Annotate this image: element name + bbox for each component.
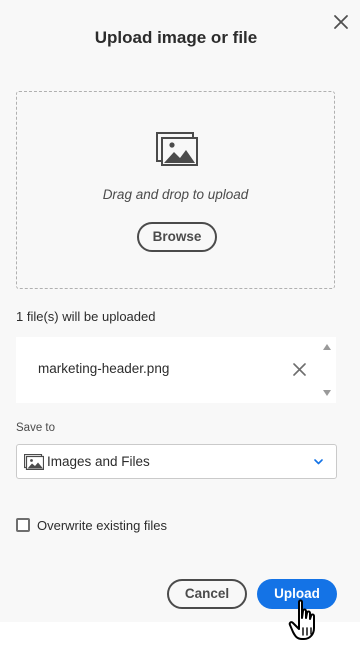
- upload-button[interactable]: Upload: [257, 579, 337, 609]
- image-icon: [24, 454, 44, 470]
- file-count-text: 1 file(s) will be uploaded: [16, 309, 156, 324]
- remove-file-icon[interactable]: [293, 363, 306, 376]
- dialog-title: Upload image or file: [94, 28, 258, 47]
- overwrite-label: Overwrite existing files: [37, 518, 168, 533]
- scroll-down-arrow-icon[interactable]: [322, 389, 332, 397]
- upload-dialog: Upload image or file Drag and drop to up…: [0, 0, 360, 645]
- browse-button[interactable]: Browse: [137, 222, 217, 252]
- save-to-select[interactable]: Images and Files: [16, 444, 337, 479]
- drop-zone[interactable]: Drag and drop to upload Browse: [16, 91, 335, 289]
- drop-instruction: Drag and drop to upload: [102, 187, 249, 202]
- scroll-up-arrow-icon[interactable]: [322, 343, 332, 351]
- file-name: marketing-header.png: [38, 361, 170, 376]
- image-icon: [156, 132, 198, 166]
- chevron-down-icon: [314, 459, 323, 465]
- cancel-button[interactable]: Cancel: [167, 579, 247, 609]
- save-to-value: Images and Files: [47, 454, 150, 469]
- save-to-label: Save to: [16, 422, 55, 434]
- dialog-footer-strip: [0, 622, 360, 645]
- file-list: marketing-header.png: [16, 337, 336, 403]
- overwrite-checkbox[interactable]: [16, 518, 30, 532]
